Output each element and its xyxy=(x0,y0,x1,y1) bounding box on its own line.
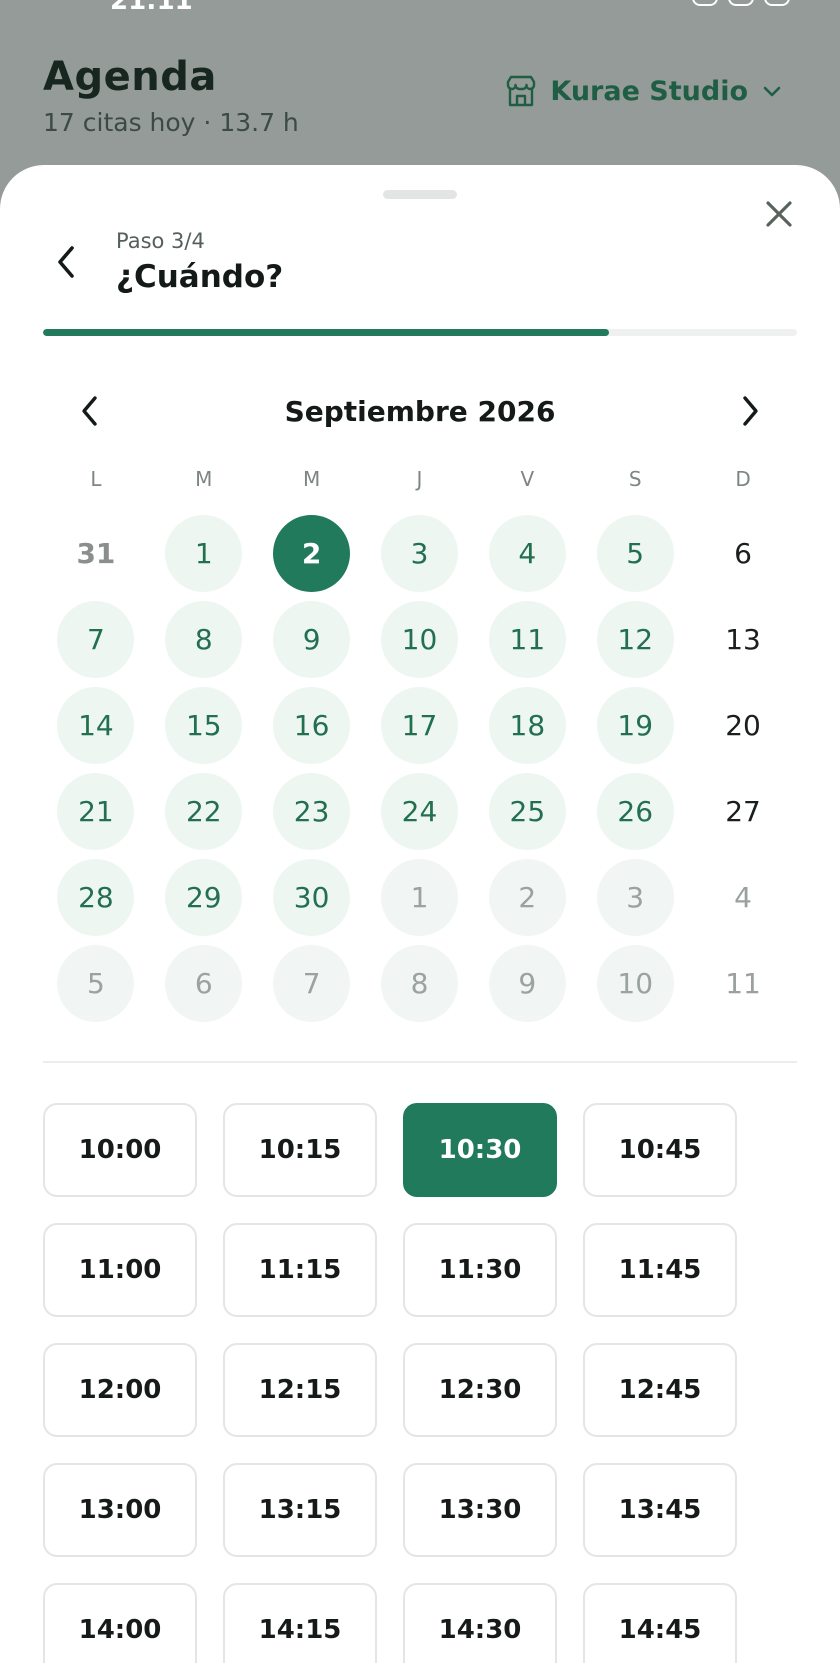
studio-selector[interactable]: Kurae Studio xyxy=(504,74,784,108)
time-slot[interactable]: 10:00 xyxy=(43,1103,197,1197)
weekday-label: V xyxy=(520,467,535,491)
time-slot[interactable]: 11:45 xyxy=(583,1223,737,1317)
calendar-day: 11 xyxy=(725,967,761,1000)
calendar-day[interactable]: 12 xyxy=(596,601,674,678)
calendar-day: 8 xyxy=(380,945,458,1022)
time-slot[interactable]: 10:15 xyxy=(223,1103,377,1197)
time-slot[interactable]: 11:00 xyxy=(43,1223,197,1317)
progress-fill xyxy=(43,329,609,336)
wifi-icon xyxy=(728,0,754,6)
time-slot[interactable]: 14:00 xyxy=(43,1583,197,1663)
booking-sheet: Paso 3/4 ¿Cuándo? Septiembre 2026 L M M J V S… xyxy=(0,165,840,1663)
time-slot[interactable]: 14:30 xyxy=(403,1583,557,1663)
calendar-day: 20 xyxy=(725,709,761,742)
calendar-day[interactable]: 11 xyxy=(488,601,566,678)
calendar-day[interactable]: 10 xyxy=(380,601,458,678)
calendar-day[interactable]: 29 xyxy=(165,859,243,936)
calendar-day[interactable]: 14 xyxy=(57,687,135,764)
close-button[interactable] xyxy=(756,193,802,239)
calendar-day[interactable]: 4 xyxy=(488,515,566,592)
next-month-button[interactable] xyxy=(728,391,772,435)
time-slot[interactable]: 13:45 xyxy=(583,1463,737,1557)
calendar-day[interactable]: 8 xyxy=(165,601,243,678)
calendar-day: 9 xyxy=(488,945,566,1022)
calendar-day[interactable]: 19 xyxy=(596,687,674,764)
weekday-label: L xyxy=(90,467,102,491)
time-slot[interactable]: 10:45 xyxy=(583,1103,737,1197)
sheet-grabber[interactable] xyxy=(383,190,457,199)
calendar-day[interactable]: 25 xyxy=(488,773,566,850)
calendar-day: 1 xyxy=(380,859,458,936)
weekday-header: LMMJVSD xyxy=(42,467,797,491)
chevron-left-icon xyxy=(54,244,80,284)
calendar-day[interactable]: 26 xyxy=(596,773,674,850)
calendar-day: 7 xyxy=(273,945,351,1022)
divider xyxy=(43,1061,797,1063)
month-label: Septiembre 2026 xyxy=(284,395,556,428)
calendar-day[interactable]: 22 xyxy=(165,773,243,850)
calendar-day[interactable]: 3 xyxy=(380,515,458,592)
time-slot[interactable]: 14:45 xyxy=(583,1583,737,1663)
calendar-day[interactable]: 15 xyxy=(165,687,243,764)
storefront-icon xyxy=(504,74,538,108)
time-slot[interactable]: 12:30 xyxy=(403,1343,557,1437)
page-title: Agenda xyxy=(43,54,217,100)
calendar-day: 6 xyxy=(165,945,243,1022)
weekday-label: D xyxy=(735,467,751,491)
calendar-day: 3 xyxy=(596,859,674,936)
page-subtitle: 17 citas hoy · 13.7 h xyxy=(43,108,299,137)
time-slot[interactable]: 14:15 xyxy=(223,1583,377,1663)
time-slot-grid: 10:00 10:15 10:30 10:45 11:00 11:15 11:30 11:45… xyxy=(43,1103,759,1663)
calendar-day[interactable]: 1 xyxy=(165,515,243,592)
calendar-day[interactable]: 16 xyxy=(273,687,351,764)
step-title: ¿Cuándo? xyxy=(116,259,284,295)
system-icons xyxy=(692,0,790,6)
time-slot[interactable]: 12:45 xyxy=(583,1343,737,1437)
weekday-label: S xyxy=(628,467,642,491)
calendar-day[interactable]: 28 xyxy=(57,859,135,936)
calendar-day[interactable]: 30 xyxy=(273,859,351,936)
studio-name: Kurae Studio xyxy=(550,75,748,107)
calendar-day: 31 xyxy=(76,537,116,570)
weekday-label: J xyxy=(416,467,423,491)
calendar-day: 5 xyxy=(57,945,135,1022)
agenda-header: Agenda 17 citas hoy · 13.7 h Kurae Studi… xyxy=(0,40,840,170)
calendar-day[interactable]: 7 xyxy=(57,601,135,678)
close-icon xyxy=(764,199,794,233)
calendar-day[interactable]: 5 xyxy=(596,515,674,592)
time-slot[interactable]: 11:30 xyxy=(403,1223,557,1317)
calendar-day: 27 xyxy=(725,795,761,828)
time-slot[interactable]: 13:15 xyxy=(223,1463,377,1557)
step-progress-bar xyxy=(43,329,797,336)
status-bar: 21:11 xyxy=(0,0,840,20)
calendar-grid: 31 1 2 3 4 5 6 7 8 9 10 11 12 13 14 15 16 17 18 19 20 21 22 23 2… xyxy=(42,515,797,1022)
calendar-day: 13 xyxy=(725,623,761,656)
weekday-label: M xyxy=(303,467,321,491)
calendar-day: 6 xyxy=(734,537,752,570)
calendar-day[interactable]: 9 xyxy=(273,601,351,678)
calendar-day[interactable]: 17 xyxy=(380,687,458,764)
calendar-day[interactable]: 23 xyxy=(273,773,351,850)
calendar-day[interactable]: 24 xyxy=(380,773,458,850)
calendar-day[interactable]: 18 xyxy=(488,687,566,764)
time-slot[interactable]: 13:30 xyxy=(403,1463,557,1557)
battery-icon xyxy=(764,0,790,6)
step-indicator: Paso 3/4 xyxy=(116,229,205,253)
back-button[interactable] xyxy=(44,241,90,287)
calendar-day[interactable]: 21 xyxy=(57,773,135,850)
weekday-label: M xyxy=(195,467,213,491)
chevron-right-icon xyxy=(739,394,761,432)
time-slot[interactable]: 12:15 xyxy=(223,1343,377,1437)
status-time: 21:11 xyxy=(110,0,193,16)
calendar-day: 4 xyxy=(734,881,752,914)
calendar-day: 2 xyxy=(488,859,566,936)
time-slot-selected[interactable]: 10:30 xyxy=(403,1103,557,1197)
calendar-day: 10 xyxy=(596,945,674,1022)
signal-icon xyxy=(692,0,718,6)
time-slot[interactable]: 13:00 xyxy=(43,1463,197,1557)
calendar-day-selected[interactable]: 2 xyxy=(273,515,351,592)
time-slot[interactable]: 12:00 xyxy=(43,1343,197,1437)
chevron-down-icon xyxy=(760,79,784,103)
time-slot[interactable]: 11:15 xyxy=(223,1223,377,1317)
